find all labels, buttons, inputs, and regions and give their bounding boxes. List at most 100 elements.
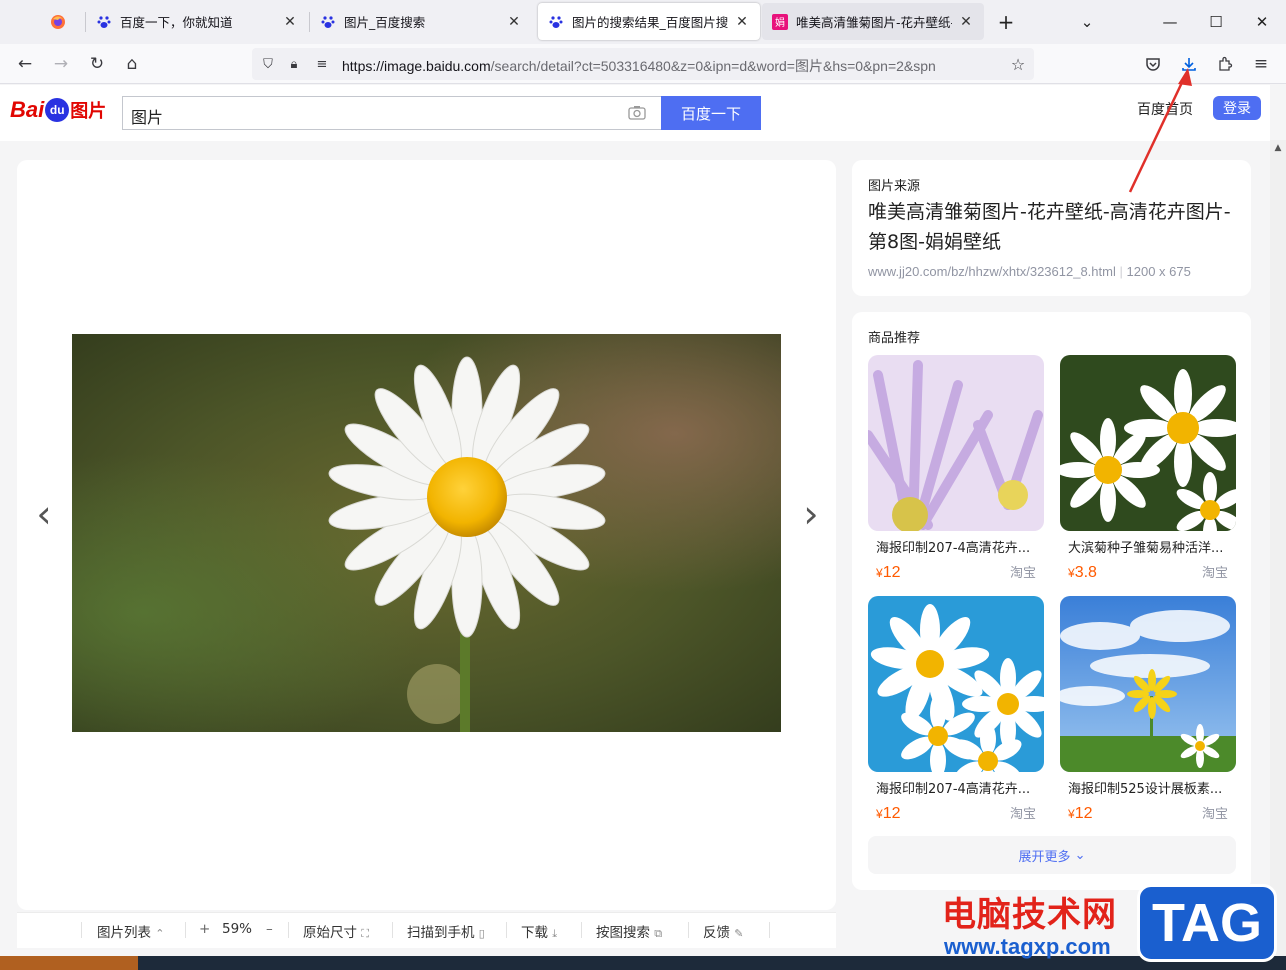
close-icon[interactable]: ✕ <box>282 14 298 30</box>
feedback-label: 反馈 <box>703 925 730 941</box>
product-currency: ¥ <box>1068 566 1075 580</box>
product-price: ¥12 <box>1068 805 1092 823</box>
navigation-bar: ← → ↻ ⌂ ⛉ 🔒︎ ≡ https://image.baidu.com/s… <box>0 44 1286 84</box>
product-card[interactable]: 大滨菊种子雏菊易种活洋... ¥3.8 淘宝 <box>1060 355 1236 582</box>
show-more-button[interactable]: 展开更多 ⌄ <box>868 836 1236 874</box>
product-price-value: 12 <box>882 564 901 581</box>
tab-baidu-images[interactable]: 图片_百度搜索 ✕ <box>310 3 532 40</box>
taskbar-start-area[interactable] <box>0 956 138 970</box>
download-button[interactable]: 下载 ⤓ <box>521 921 557 941</box>
download-label: 下载 <box>521 925 548 941</box>
watermark-text: 电脑技术网 <box>942 895 1117 935</box>
site-favicon: 娟 <box>772 13 788 30</box>
source-title[interactable]: 唯美高清雏菊图片-花卉壁纸-高清花卉图片-第8图-娟娟壁纸 <box>868 197 1238 257</box>
close-icon[interactable]: ✕ <box>506 14 522 30</box>
product-shop: 淘宝 <box>1009 807 1036 822</box>
maximize-icon[interactable]: ☐ <box>1201 8 1231 36</box>
search-button[interactable]: 百度一下 <box>661 96 761 130</box>
chevron-down-icon[interactable]: ⌄ <box>1072 8 1102 36</box>
search-query: 图片 <box>131 108 164 127</box>
shield-icon[interactable]: ⛉ <box>258 54 278 74</box>
url-text[interactable]: https://image.baidu.com/search/detail?ct… <box>342 56 997 76</box>
back-icon[interactable]: ← <box>11 50 39 78</box>
tab-search-results[interactable]: 图片的搜索结果_百度图片搜索 ✕ <box>538 3 760 40</box>
product-image[interactable] <box>1060 596 1236 772</box>
original-size-button[interactable]: 原始尺寸 ⛶ <box>303 921 369 941</box>
camera-icon[interactable] <box>628 105 646 124</box>
new-tab-icon[interactable]: + <box>991 8 1021 36</box>
zoom-out-button[interactable]: – <box>266 921 273 937</box>
annotation-arrow <box>1128 68 1192 193</box>
tab-title: 图片_百度搜索 <box>344 15 426 30</box>
tab-title: 图片的搜索结果_百度图片搜索 <box>572 15 728 30</box>
tab-title: 唯美高清雏菊图片-花卉壁纸-高 <box>796 15 952 30</box>
product-image[interactable] <box>868 596 1044 772</box>
scan-to-phone-button[interactable]: 扫描到手机 ▯ <box>407 921 485 941</box>
permissions-icon[interactable]: ≡ <box>312 54 332 74</box>
baidu-logo[interactable]: Bai du 图片 <box>10 92 106 128</box>
tab-baidu-home[interactable]: 百度一下，你就知道 ✕ <box>86 3 308 40</box>
scroll-up-arrow[interactable]: ▲ <box>1270 140 1286 156</box>
main-image[interactable] <box>72 334 781 732</box>
close-icon[interactable]: ✕ <box>958 14 974 30</box>
url-host: https://image.baidu.com <box>342 58 491 74</box>
product-card[interactable]: 海报印制207-4高清花卉... ¥12 淘宝 <box>868 596 1044 823</box>
logo-tupian: 图片 <box>70 101 107 121</box>
tab-bar: 百度一下，你就知道 ✕ 图片_百度搜索 ✕ 图片的搜索结果_百度图片搜索 ✕ 娟… <box>0 0 1286 44</box>
product-shop: 淘宝 <box>1201 807 1228 822</box>
product-card[interactable]: 海报印制207-4高清花卉... ¥12 淘宝 <box>868 355 1044 582</box>
baidu-paw-icon <box>320 14 336 30</box>
extensions-icon[interactable] <box>1211 50 1239 78</box>
product-price-value: 3.8 <box>1074 564 1097 581</box>
product-price-value: 12 <box>1074 805 1093 822</box>
tab-daisy-wallpaper[interactable]: 娟 唯美高清雏菊图片-花卉壁纸-高 ✕ <box>762 3 984 40</box>
forward-icon[interactable]: → <box>47 50 75 78</box>
product-name: 海报印制207-4高清花卉... <box>876 782 1031 797</box>
product-price: ¥3.8 <box>1068 564 1097 582</box>
phone-icon: ▯ <box>478 927 485 940</box>
watermark-badge: TAG <box>1137 884 1277 962</box>
show-more-label: 展开更多 <box>1018 849 1071 865</box>
tab-firefox-view[interactable] <box>40 3 84 40</box>
prev-image-arrow[interactable]: ‹ <box>29 492 59 536</box>
watermark-url: www.tagxp.com <box>944 934 1111 959</box>
lock-icon[interactable]: 🔒︎ <box>284 54 304 74</box>
zoom-in-button[interactable]: + <box>199 921 210 937</box>
image-search-icon: ⧉ <box>654 927 663 940</box>
product-image[interactable] <box>1060 355 1236 531</box>
source-url[interactable]: www.jj20.com/bz/hhzw/xhtx/323612_8.html <box>868 264 1116 279</box>
baidu-paw-icon <box>96 14 112 30</box>
page-scrollbar[interactable] <box>1270 140 1286 970</box>
url-bar[interactable]: ⛉ 🔒︎ ≡ https://image.baidu.com/search/de… <box>252 48 1034 80</box>
url-path: /search/detail?ct=503316480&z=0&ipn=d&wo… <box>490 58 936 74</box>
window-close-icon[interactable]: ✕ <box>1247 8 1277 36</box>
image-list-button[interactable]: 图片列表 ⌃ <box>97 921 165 941</box>
product-price: ¥12 <box>876 805 900 823</box>
close-icon[interactable]: ✕ <box>734 14 750 30</box>
product-card[interactable]: 海报印制525设计展板素... ¥12 淘宝 <box>1060 596 1236 823</box>
feedback-icon: ✎ <box>734 927 744 940</box>
login-button[interactable]: 登录 <box>1213 96 1261 120</box>
feedback-button[interactable]: 反馈 ✎ <box>703 921 744 941</box>
search-input[interactable]: 图片 <box>122 96 662 130</box>
product-price: ¥12 <box>876 564 900 582</box>
reload-icon[interactable]: ↻ <box>83 50 111 78</box>
next-image-arrow[interactable]: › <box>796 492 826 536</box>
product-currency: ¥ <box>1068 807 1075 821</box>
original-size-label: 原始尺寸 <box>303 925 357 941</box>
firefox-icon <box>50 14 66 30</box>
minimize-icon[interactable]: — <box>1155 8 1185 36</box>
product-shop: 淘宝 <box>1009 566 1036 581</box>
search-by-image-button[interactable]: 按图搜索 ⧉ <box>596 921 662 941</box>
logo-bai: Bai <box>10 97 45 122</box>
product-image[interactable] <box>868 355 1044 531</box>
product-currency: ¥ <box>876 566 883 580</box>
logo-du: du <box>45 98 70 122</box>
product-name: 海报印制525设计展板素... <box>1068 782 1223 797</box>
home-icon[interactable]: ⌂ <box>118 50 146 78</box>
menu-icon[interactable]: ≡ <box>1247 50 1275 78</box>
recommend-label: 商品推荐 <box>868 331 921 346</box>
chevron-down-icon: ⌄ <box>1074 847 1086 863</box>
bookmark-star-icon[interactable]: ☆ <box>1008 54 1028 74</box>
source-meta: www.jj20.com/bz/hhzw/xhtx/323612_8.html … <box>868 264 1191 279</box>
